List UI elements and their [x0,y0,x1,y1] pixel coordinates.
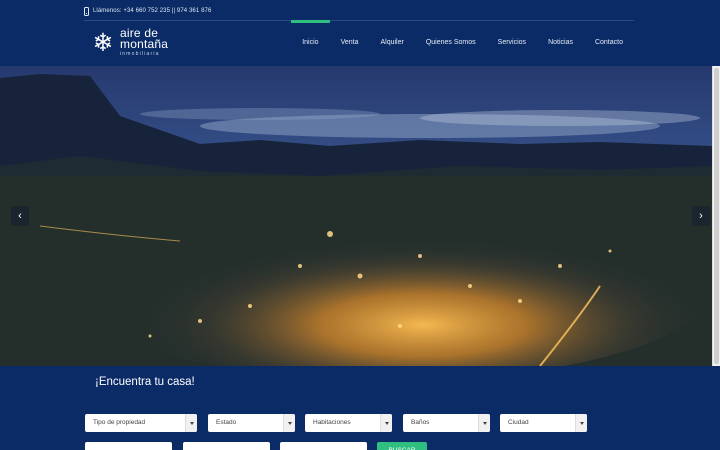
min-price-field[interactable] [85,442,172,450]
nav-item-contacto[interactable]: Contacto [584,20,634,66]
site-logo[interactable]: ❄ aire de montaña inmobiliaria [90,27,169,57]
property-search: ¡Encuentra tu casa! Tipo de propiedad Es… [0,366,720,450]
logo-line-2: montaña [120,37,169,51]
caret-down-icon [283,414,295,432]
site-header: Llámenos: +34 660 752 235 || 974 361 876… [0,0,720,66]
search-title: ¡Encuentra tu casa! [95,376,195,388]
nav-item-noticias[interactable]: Noticias [537,20,584,66]
caret-down-icon [380,414,392,432]
slider-prev-button[interactable]: ‹ [11,206,29,226]
max-price-field[interactable] [183,442,270,450]
search-button[interactable]: BUSCAR [377,442,427,450]
contact-text: Llámenos: +34 660 752 235 || 974 361 876 [93,8,212,14]
nav-item-servicios[interactable]: Servicios [487,20,537,66]
property-type-label: Tipo de propiedad [93,419,146,426]
status-select[interactable]: Estado [208,414,295,432]
logo-wordmark: aire de montaña inmobiliaria [120,27,169,57]
phone-icon [84,6,89,16]
nav-item-inicio[interactable]: Inicio [291,20,330,66]
hero-night-city-image [0,66,712,366]
page-scrollbar[interactable] [712,66,720,366]
hero-slider: ‹ › [0,66,712,366]
rooms-label: Habitaciones [313,419,351,426]
status-label: Estado [216,419,237,426]
caret-down-icon [575,414,587,432]
city-label: Ciudad [508,419,529,426]
main-nav: Inicio Venta Alquiler Quienes Somos Serv… [291,20,634,66]
rooms-select[interactable]: Habitaciones [305,414,392,432]
bathrooms-select[interactable]: Baños [403,414,490,432]
city-select[interactable]: Ciudad [500,414,587,432]
contact-bar: Llámenos: +34 660 752 235 || 974 361 876 [84,5,211,17]
caret-down-icon [185,414,197,432]
snowflake-logo-icon: ❄ [92,28,114,57]
nav-item-venta[interactable]: Venta [330,20,370,66]
scrollbar-thumb[interactable] [714,68,719,364]
reference-field[interactable] [280,442,367,450]
chevron-left-icon: ‹ [18,210,22,222]
bathrooms-label: Baños [411,419,430,426]
chevron-right-icon: › [699,210,703,222]
property-type-select[interactable]: Tipo de propiedad [85,414,197,432]
caret-down-icon [478,414,490,432]
nav-item-quienes-somos[interactable]: Quienes Somos [415,20,487,66]
logo-subtitle: inmobiliaria [120,51,160,57]
nav-item-alquiler[interactable]: Alquiler [369,20,414,66]
slider-next-button[interactable]: › [692,206,710,226]
